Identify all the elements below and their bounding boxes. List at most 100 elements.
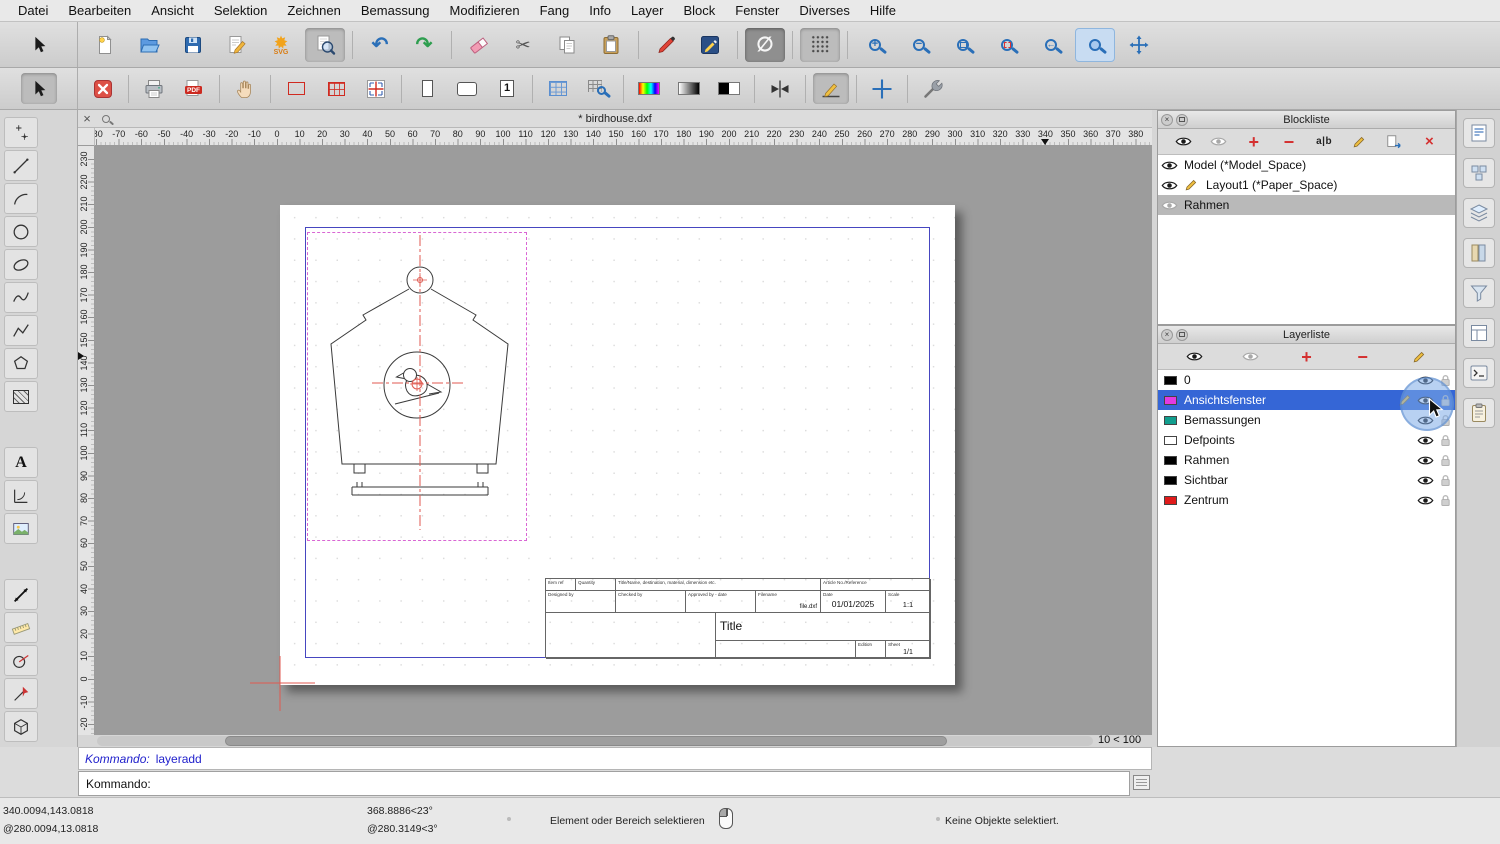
- selection-cursor-button[interactable]: [19, 28, 59, 62]
- dock-command-line-button[interactable]: [1463, 358, 1495, 388]
- layer-row[interactable]: Defpoints: [1158, 430, 1455, 450]
- viewport-wide-button[interactable]: [449, 73, 485, 104]
- red-grid-button[interactable]: [318, 73, 354, 104]
- modify-tools-button[interactable]: [4, 678, 38, 709]
- grid-dots-button[interactable]: [800, 28, 840, 62]
- zoom-selection-button[interactable]: [987, 28, 1027, 62]
- menu-layer[interactable]: Layer: [621, 3, 674, 18]
- close-drawing-button[interactable]: [85, 73, 121, 104]
- layer-color-swatch[interactable]: [1164, 456, 1177, 465]
- menu-ansicht[interactable]: Ansicht: [141, 3, 204, 18]
- dock-views-button[interactable]: [1463, 318, 1495, 348]
- insert-block-button[interactable]: [1380, 131, 1408, 152]
- zoom-in-button[interactable]: +: [855, 28, 895, 62]
- command-detach-button[interactable]: [1133, 775, 1150, 790]
- bw-bar-button[interactable]: [711, 73, 747, 104]
- grid-toggle-button[interactable]: [540, 73, 576, 104]
- hide-all-layers-button[interactable]: [1236, 346, 1264, 367]
- panel-close-button[interactable]: ×: [1161, 114, 1173, 126]
- document-close-icon[interactable]: ×: [78, 111, 96, 127]
- panel-float-button[interactable]: [1176, 329, 1188, 341]
- zoom-window-button[interactable]: [1075, 28, 1115, 62]
- selection-cursor-2-button[interactable]: [21, 73, 57, 104]
- dimension-tools-button[interactable]: [4, 579, 38, 610]
- rename-block-button[interactable]: a|b: [1310, 131, 1338, 152]
- menu-selektion[interactable]: Selektion: [204, 3, 277, 18]
- hide-all-blocks-button[interactable]: [1205, 131, 1233, 152]
- circle-slash-button[interactable]: ∅: [745, 28, 785, 62]
- line-tools-button[interactable]: [4, 150, 38, 181]
- menu-bemassung[interactable]: Bemassung: [351, 3, 440, 18]
- layer-visibility-icon[interactable]: [1415, 455, 1435, 466]
- dock-properties-button[interactable]: [1463, 118, 1495, 148]
- zoom-out-button[interactable]: −: [899, 28, 939, 62]
- dock-layers-button[interactable]: [1463, 198, 1495, 228]
- redo-button[interactable]: ↷: [404, 28, 444, 62]
- menu-fang[interactable]: Fang: [530, 3, 580, 18]
- zoom-previous-button[interactable]: ←: [1031, 28, 1071, 62]
- edit-drawing-button[interactable]: [217, 28, 257, 62]
- block-visibility-icon[interactable]: [1158, 200, 1180, 211]
- layer-lock-icon[interactable]: [1435, 454, 1455, 467]
- shape-tools-button[interactable]: [4, 645, 38, 676]
- layer-color-swatch[interactable]: [1164, 496, 1177, 505]
- add-block-button[interactable]: +: [1240, 131, 1268, 152]
- pan-button[interactable]: [1119, 28, 1159, 62]
- pan-hand-button[interactable]: [227, 73, 263, 104]
- dock-library-button[interactable]: [1463, 238, 1495, 268]
- layer-color-swatch[interactable]: [1164, 416, 1177, 425]
- color-bar-button[interactable]: [631, 73, 667, 104]
- lineweight-button[interactable]: [762, 73, 798, 104]
- menu-hilfe[interactable]: Hilfe: [860, 3, 906, 18]
- dock-blocks-button[interactable]: [1463, 158, 1495, 188]
- print-button[interactable]: [136, 73, 172, 104]
- erase-button[interactable]: [459, 28, 499, 62]
- solid-tools-button[interactable]: [4, 711, 38, 742]
- show-all-layers-button[interactable]: [1180, 346, 1208, 367]
- layer-row[interactable]: Zentrum: [1158, 490, 1455, 510]
- save-file-button[interactable]: [173, 28, 213, 62]
- viewport-one-button[interactable]: 1: [489, 73, 525, 104]
- zoom-auto-button[interactable]: [943, 28, 983, 62]
- block-visibility-icon[interactable]: [1158, 180, 1180, 191]
- undo-button[interactable]: ↶: [360, 28, 400, 62]
- layer-color-swatch[interactable]: [1164, 396, 1177, 405]
- hatch-tool-button[interactable]: [4, 381, 38, 412]
- block-visibility-icon[interactable]: [1158, 160, 1180, 171]
- layer-visibility-icon[interactable]: [1415, 495, 1435, 506]
- print-preview-button[interactable]: [305, 28, 345, 62]
- polyline-tools-button[interactable]: [4, 315, 38, 346]
- panel-float-button[interactable]: [1176, 114, 1188, 126]
- crosshair-button[interactable]: [864, 73, 900, 104]
- grayscale-bar-button[interactable]: [671, 73, 707, 104]
- command-input[interactable]: [157, 772, 1129, 795]
- layer-color-swatch[interactable]: [1164, 476, 1177, 485]
- block-row[interactable]: Layout1 (*Paper_Space): [1158, 175, 1455, 195]
- arc-tools-button[interactable]: [4, 183, 38, 214]
- layer-color-swatch[interactable]: [1164, 436, 1177, 445]
- layer-row[interactable]: Rahmen: [1158, 450, 1455, 470]
- origin-marker-button[interactable]: [358, 73, 394, 104]
- circle-tools-button[interactable]: [4, 216, 38, 247]
- menu-fenster[interactable]: Fenster: [725, 3, 789, 18]
- viewport-tall-button[interactable]: [409, 73, 445, 104]
- menu-block[interactable]: Block: [673, 3, 725, 18]
- layer-visibility-icon[interactable]: [1415, 435, 1435, 446]
- layer-color-swatch[interactable]: [1164, 376, 1177, 385]
- edit-block-button[interactable]: [1345, 131, 1373, 152]
- layer-lock-icon[interactable]: [1435, 494, 1455, 507]
- drawing-canvas[interactable]: Item refQuantityTitle/Name, destination,…: [95, 146, 1152, 735]
- edit-selection-button[interactable]: [690, 28, 730, 62]
- zoom-grid-button[interactable]: [580, 73, 616, 104]
- dock-clipboard-button[interactable]: [1463, 398, 1495, 428]
- block-row[interactable]: Model (*Model_Space): [1158, 155, 1455, 175]
- spline-tools-button[interactable]: [4, 282, 38, 313]
- edit-layer-button[interactable]: [1405, 346, 1433, 367]
- pdf-export-button[interactable]: PDF: [176, 73, 212, 104]
- measure-tools-button[interactable]: [4, 612, 38, 643]
- remove-layer-button[interactable]: −: [1349, 346, 1377, 367]
- purge-blocks-button[interactable]: ×: [1415, 131, 1443, 152]
- menu-diverses[interactable]: Diverses: [789, 3, 860, 18]
- show-all-blocks-button[interactable]: [1170, 131, 1198, 152]
- new-file-button[interactable]: [85, 28, 125, 62]
